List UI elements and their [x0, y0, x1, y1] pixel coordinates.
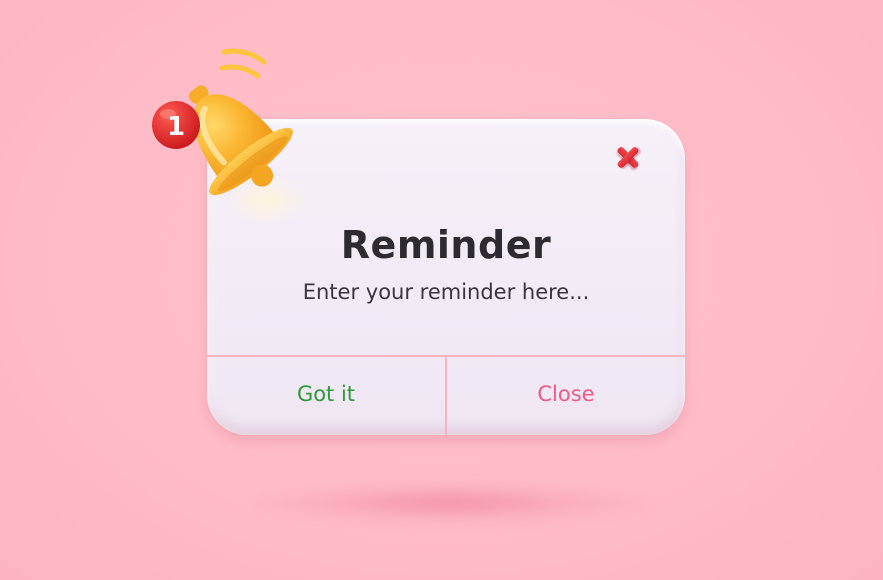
close-button[interactable]: Close: [447, 357, 685, 435]
ring-line: [221, 48, 267, 65]
floor-shadow: [250, 482, 650, 524]
dialog-message: Enter your reminder here...: [302, 280, 590, 304]
dialog-button-row: Got it Close: [207, 355, 685, 435]
close-x-icon[interactable]: [613, 143, 643, 173]
bell-icon: 1: [152, 48, 306, 224]
badge-count: 1: [167, 112, 185, 142]
ring-line: [219, 64, 261, 79]
got-it-button[interactable]: Got it: [207, 357, 447, 435]
